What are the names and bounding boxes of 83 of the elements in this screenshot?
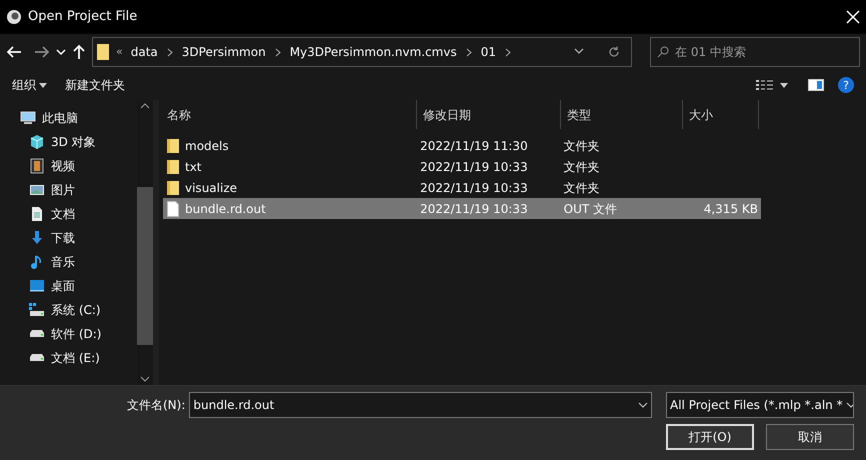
sidebar-item[interactable]: 桌面 (0, 274, 137, 298)
date-cell: 2022/11/19 10:33 (420, 180, 528, 194)
sidebar-item[interactable]: 文档 (0, 202, 137, 226)
folder-icon (167, 158, 179, 174)
search-field[interactable]: 在 01 中搜索 (650, 37, 860, 67)
sidebar-item[interactable]: 系统 (C:) (0, 298, 137, 322)
breadcrumb-item[interactable]: 01 (480, 43, 496, 61)
folder-icon (167, 138, 179, 154)
file-row[interactable]: models 2022/11/19 11:30 文件夹 (163, 135, 761, 156)
type-cell: 文件夹 (564, 180, 600, 194)
new-folder-button[interactable]: 新建文件夹 (65, 76, 125, 94)
search-icon (657, 46, 669, 58)
file-type-dropdown[interactable]: All Project Files (*.mlp *.aln * (666, 392, 854, 418)
preview-pane-icon[interactable] (808, 79, 824, 91)
caret-icon[interactable] (780, 82, 788, 88)
drive-icon (29, 354, 45, 362)
breadcrumb-chevron-icon[interactable] (166, 48, 173, 56)
file-row[interactable]: txt 2022/11/19 10:33 文件夹 (163, 156, 761, 177)
back-arrow-icon[interactable] (6, 45, 22, 59)
document-icon (29, 206, 45, 222)
chevron-down-icon[interactable] (56, 47, 66, 57)
picture-icon (29, 182, 45, 198)
scrollbar-thumb[interactable] (137, 187, 153, 345)
cube-icon (29, 134, 45, 150)
folder-icon (167, 180, 179, 196)
filename-label: 文件名(N): (127, 397, 186, 414)
desktop-icon (29, 278, 45, 294)
file-row[interactable]: visualize 2022/11/19 10:33 文件夹 (163, 177, 761, 198)
overflow-chevron[interactable]: « (116, 44, 123, 60)
file-name: visualize (185, 180, 237, 196)
type-cell: 文件夹 (564, 138, 600, 152)
file-name: txt (185, 158, 202, 176)
breadcrumb-chevron-icon[interactable] (505, 48, 512, 56)
help-icon[interactable]: ? (838, 77, 854, 93)
column-header[interactable]: 修改日期 (417, 100, 561, 129)
file-name: models (185, 138, 229, 154)
film-icon (29, 158, 45, 174)
column-header[interactable]: 名称 (161, 100, 417, 129)
date-cell: 2022/11/19 11:30 (420, 138, 528, 152)
sidebar-item[interactable]: 下载 (0, 226, 137, 250)
breadcrumb-item[interactable]: My3DPersimmon.nvm.cmvs (290, 43, 457, 61)
sidebar-item[interactable]: 视频 (0, 154, 137, 178)
type-cell: OUT 文件 (564, 202, 618, 216)
open-button[interactable]: 打开(O) (666, 424, 754, 450)
date-cell: 2022/11/19 10:33 (420, 160, 528, 174)
breadcrumb-item[interactable]: data (130, 43, 158, 61)
dropdown-caret-icon[interactable] (574, 48, 584, 56)
sidebar-item[interactable]: 软件 (D:) (0, 322, 137, 346)
column-header[interactable]: 类型 (561, 100, 683, 129)
sidebar-item[interactable]: 此电脑 (0, 106, 137, 130)
app-logo-icon (6, 9, 22, 25)
breadcrumb-chevron-icon[interactable] (274, 48, 281, 56)
filename-field[interactable]: bundle.rd.out (189, 392, 652, 418)
address-bar[interactable]: « data 3DPersimmon My3DPersimmon.nvm.cmvs 01 (92, 37, 632, 67)
sidebar-item[interactable]: 音乐 (0, 250, 137, 274)
close-icon[interactable] (846, 10, 860, 24)
sidebar-item[interactable]: 图片 (0, 178, 137, 202)
drive-icon (29, 302, 45, 318)
column-header[interactable]: 大小 (683, 100, 759, 129)
forward-arrow-icon[interactable] (34, 45, 50, 59)
organize-menu[interactable]: 组织 (12, 76, 47, 94)
up-arrow-icon[interactable] (72, 44, 86, 60)
file-name: bundle.rd.out (185, 200, 266, 218)
breadcrumb-chevron-icon[interactable] (466, 48, 472, 56)
drive-icon (29, 330, 45, 338)
view-options-icon[interactable] (756, 79, 774, 91)
sidebar-item[interactable]: 文档 (E:) (0, 346, 137, 370)
dropdown-caret-icon (638, 402, 648, 408)
refresh-icon[interactable] (608, 46, 620, 58)
date-cell: 2022/11/19 10:33 (420, 202, 528, 216)
window-title: Open Project File (28, 8, 138, 26)
type-cell: 文件夹 (564, 160, 600, 174)
download-arrow-icon (29, 230, 45, 246)
caret-icon (39, 82, 47, 88)
folder-icon (96, 43, 110, 61)
breadcrumb-item[interactable]: 3DPersimmon (182, 43, 266, 61)
file-row[interactable]: bundle.rd.out 2022/11/19 10:33 OUT 文件 4,315 KB (163, 198, 761, 219)
computer-icon (20, 110, 36, 126)
dropdown-caret-icon (846, 402, 853, 408)
sidebar-item[interactable]: 3D 对象 (0, 130, 137, 154)
size-cell: 4,315 KB (704, 202, 758, 216)
cancel-button[interactable]: 取消 (766, 424, 854, 450)
file-icon (167, 200, 179, 216)
